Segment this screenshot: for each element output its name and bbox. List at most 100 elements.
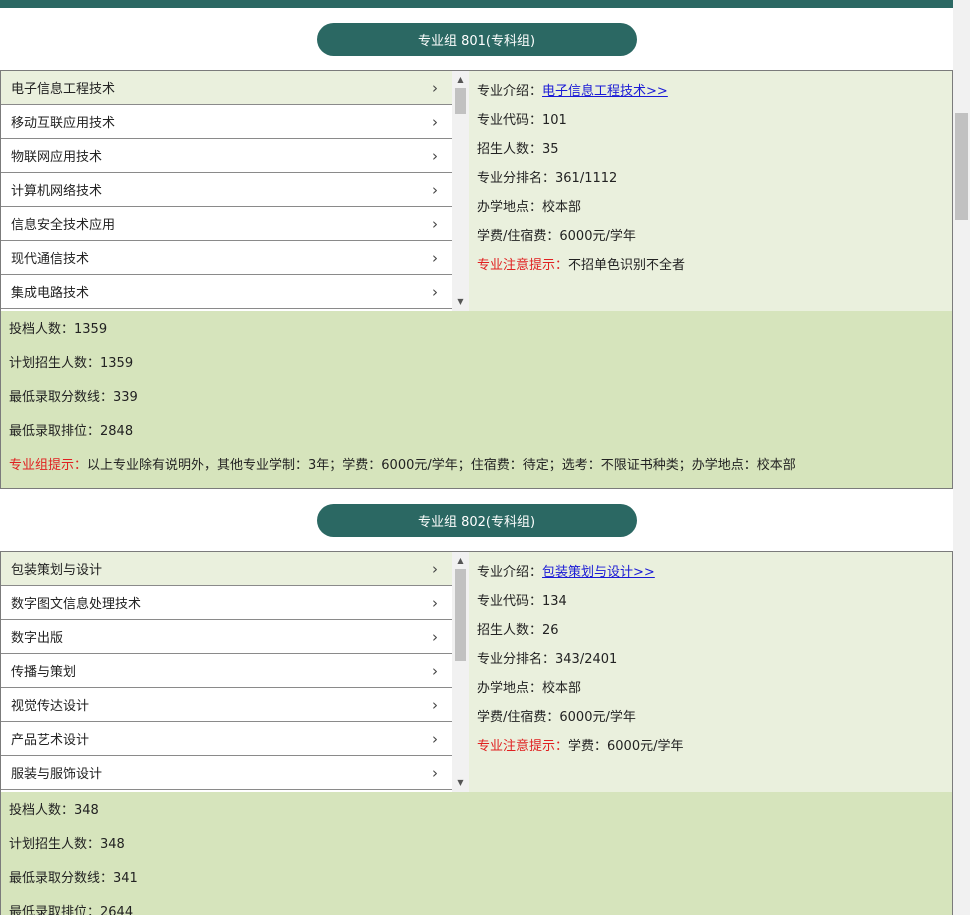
chevron-right-icon: › — [432, 695, 438, 714]
stat-min-rank: 最低录取排位：2644 — [9, 905, 134, 915]
stat-min-rank: 最低录取排位：2848 — [9, 424, 134, 439]
major-item[interactable]: 产品艺术设计 › — [1, 722, 452, 756]
major-list-scrollbar[interactable]: ▲ ▼ — [452, 552, 469, 792]
detail-notice: 专业注意提示：学费：6000元/学年 — [477, 735, 952, 764]
notice-text: 学费：6000元/学年 — [568, 739, 684, 754]
major-item[interactable]: 包装策划与设计 › — [1, 552, 452, 586]
detail-rank: 专业分排名：343/2401 — [477, 652, 618, 667]
tip-text: 以上专业除有说明外，其他专业学制：3年；学费：6000元/学年；住宿费：待定；选… — [87, 458, 796, 473]
group-stats: 投档人数：348 计划招生人数：348 最低录取分数线：341 最低录取排位：2… — [1, 792, 952, 915]
chevron-right-icon: › — [432, 248, 438, 267]
detail-notice: 专业注意提示：不招单色识别不全者 — [477, 254, 952, 283]
detail-enroll: 招生人数：26 — [477, 623, 559, 638]
major-name: 信息安全技术应用 — [11, 218, 116, 233]
chevron-right-icon: › — [432, 729, 438, 748]
major-name: 移动互联应用技术 — [11, 116, 116, 131]
stat-min-score: 最低录取分数线：341 — [9, 871, 138, 886]
stat-submitted: 投档人数：1359 — [9, 322, 108, 337]
major-name: 数字图文信息处理技术 — [11, 597, 142, 612]
chevron-right-icon: › — [432, 214, 438, 233]
chevron-right-icon: › — [432, 661, 438, 680]
major-item[interactable]: 信息安全技术应用 › — [1, 207, 452, 241]
detail-code: 专业代码：134 — [477, 594, 567, 609]
scroll-thumb[interactable] — [455, 569, 466, 661]
group-tip: 专业组提示：以上专业除有说明外，其他专业学制：3年；学费：6000元/学年；住宿… — [9, 454, 952, 488]
notice-text: 不招单色识别不全者 — [568, 258, 686, 273]
group-stats: 投档人数：1359 计划招生人数：1359 最低录取分数线：339 最低录取排位… — [1, 311, 952, 488]
group-box-801: 电子信息工程技术 › 移动互联应用技术 › 物联网应用技术 › 计算机网络技术 › 信息… — [0, 70, 953, 489]
major-list: 电子信息工程技术 › 移动互联应用技术 › 物联网应用技术 › 计算机网络技术 › 信息… — [1, 71, 452, 309]
major-name: 服装与服饰设计 — [11, 767, 103, 782]
major-item[interactable]: 电子信息工程技术 › — [1, 71, 452, 105]
tip-label: 专业组提示： — [9, 458, 88, 473]
major-list-panel: 包装策划与设计 › 数字图文信息处理技术 › 数字出版 › 传播与策划 › 视觉传达设计… — [1, 552, 469, 792]
major-name: 集成电路技术 — [11, 286, 90, 301]
chevron-right-icon: › — [432, 627, 438, 646]
major-item[interactable]: 服装与服饰设计 › — [1, 756, 452, 790]
major-item[interactable]: 集成电路技术 › — [1, 275, 452, 309]
major-detail-panel: 专业介绍：包装策划与设计>> 专业代码：134 招生人数：26 专业分排名：34… — [469, 552, 952, 792]
notice-label: 专业注意提示： — [477, 739, 569, 754]
chevron-right-icon: › — [432, 112, 438, 131]
scroll-down-icon[interactable]: ▼ — [452, 295, 469, 309]
stat-planned: 计划招生人数：1359 — [9, 356, 134, 371]
group-title-pill[interactable]: 专业组 801(专科组) — [316, 22, 637, 56]
group-top: 电子信息工程技术 › 移动互联应用技术 › 物联网应用技术 › 计算机网络技术 › 信息… — [1, 71, 952, 311]
chevron-right-icon: › — [432, 78, 438, 97]
notice-label: 专业注意提示： — [477, 258, 569, 273]
stat-min-score: 最低录取分数线：339 — [9, 390, 138, 405]
major-item[interactable]: 数字出版 › — [1, 620, 452, 654]
major-list-panel: 电子信息工程技术 › 移动互联应用技术 › 物联网应用技术 › 计算机网络技术 › 信息… — [1, 71, 469, 311]
major-name: 计算机网络技术 — [11, 184, 103, 199]
detail-intro: 专业介绍：包装策划与设计>> — [477, 561, 952, 590]
scroll-thumb[interactable] — [455, 88, 466, 114]
major-name: 传播与策划 — [11, 665, 77, 680]
major-item[interactable]: 视觉传达设计 › — [1, 688, 452, 722]
intro-link[interactable]: 包装策划与设计>> — [542, 565, 655, 580]
chevron-right-icon: › — [432, 146, 438, 165]
major-item[interactable]: 移动互联应用技术 › — [1, 105, 452, 139]
detail-intro: 专业介绍：电子信息工程技术>> — [477, 80, 952, 109]
scroll-down-icon[interactable]: ▼ — [452, 776, 469, 790]
detail-enroll: 招生人数：35 — [477, 142, 559, 157]
major-name: 现代通信技术 — [11, 252, 90, 267]
top-header-bar — [0, 0, 953, 8]
page-content: 专业组 801(专科组) 电子信息工程技术 › 移动互联应用技术 › 物联网应用技术… — [0, 8, 953, 915]
group-header-802: 专业组 802(专科组) — [0, 489, 953, 551]
chevron-right-icon: › — [432, 593, 438, 612]
chevron-right-icon: › — [432, 559, 438, 578]
stat-planned: 计划招生人数：348 — [9, 837, 125, 852]
detail-location: 办学地点：校本部 — [477, 681, 582, 696]
scroll-up-icon[interactable]: ▲ — [452, 554, 469, 568]
group-header-801: 专业组 801(专科组) — [0, 8, 953, 70]
stat-submitted: 投档人数：348 — [9, 803, 99, 818]
detail-location: 办学地点：校本部 — [477, 200, 582, 215]
major-item[interactable]: 物联网应用技术 › — [1, 139, 452, 173]
chevron-right-icon: › — [432, 282, 438, 301]
intro-label: 专业介绍： — [477, 84, 543, 99]
page-scroll-thumb[interactable] — [955, 113, 968, 220]
major-name: 电子信息工程技术 — [11, 82, 116, 97]
group-top: 包装策划与设计 › 数字图文信息处理技术 › 数字出版 › 传播与策划 › 视觉传达设计… — [1, 552, 952, 792]
major-item[interactable]: 计算机网络技术 › — [1, 173, 452, 207]
major-list: 包装策划与设计 › 数字图文信息处理技术 › 数字出版 › 传播与策划 › 视觉传达设计… — [1, 552, 452, 790]
major-item[interactable]: 数字图文信息处理技术 › — [1, 586, 452, 620]
page-scrollbar[interactable] — [953, 0, 970, 915]
intro-link[interactable]: 电子信息工程技术>> — [542, 84, 668, 99]
chevron-right-icon: › — [432, 180, 438, 199]
group-box-802: 包装策划与设计 › 数字图文信息处理技术 › 数字出版 › 传播与策划 › 视觉传达设计… — [0, 551, 953, 915]
major-name: 物联网应用技术 — [11, 150, 103, 165]
intro-label: 专业介绍： — [477, 565, 543, 580]
major-list-scrollbar[interactable]: ▲ ▼ — [452, 71, 469, 311]
detail-code: 专业代码：101 — [477, 113, 567, 128]
major-item[interactable]: 传播与策划 › — [1, 654, 452, 688]
scroll-up-icon[interactable]: ▲ — [452, 73, 469, 87]
major-name: 包装策划与设计 — [11, 563, 103, 578]
group-title-pill[interactable]: 专业组 802(专科组) — [316, 503, 637, 537]
detail-fee: 学费/住宿费：6000元/学年 — [477, 229, 636, 244]
major-name: 数字出版 — [11, 631, 64, 646]
chevron-right-icon: › — [432, 763, 438, 782]
major-detail-panel: 专业介绍：电子信息工程技术>> 专业代码：101 招生人数：35 专业分排名：3… — [469, 71, 952, 311]
detail-fee: 学费/住宿费：6000元/学年 — [477, 710, 636, 725]
major-item[interactable]: 现代通信技术 › — [1, 241, 452, 275]
